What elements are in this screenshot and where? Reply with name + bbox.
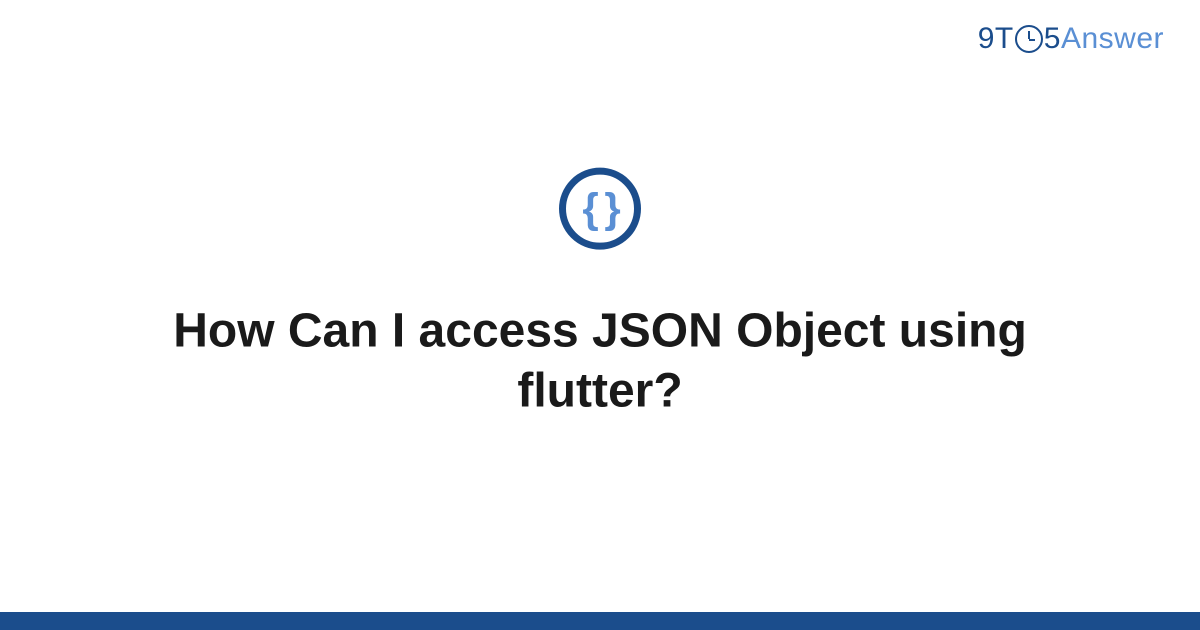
logo-text-9t: 9T bbox=[978, 22, 1014, 56]
logo-text-answer: Answer bbox=[1061, 22, 1164, 56]
clock-icon bbox=[1015, 25, 1043, 53]
braces-glyph: { } bbox=[582, 188, 617, 230]
logo-text-5: 5 bbox=[1044, 22, 1061, 56]
json-braces-icon: { } bbox=[559, 168, 641, 250]
question-title: How Can I access JSON Object using flutt… bbox=[150, 302, 1050, 422]
footer-bar bbox=[0, 612, 1200, 630]
main-content: { } How Can I access JSON Object using f… bbox=[0, 168, 1200, 422]
site-logo: 9T 5 Answer bbox=[978, 22, 1164, 56]
